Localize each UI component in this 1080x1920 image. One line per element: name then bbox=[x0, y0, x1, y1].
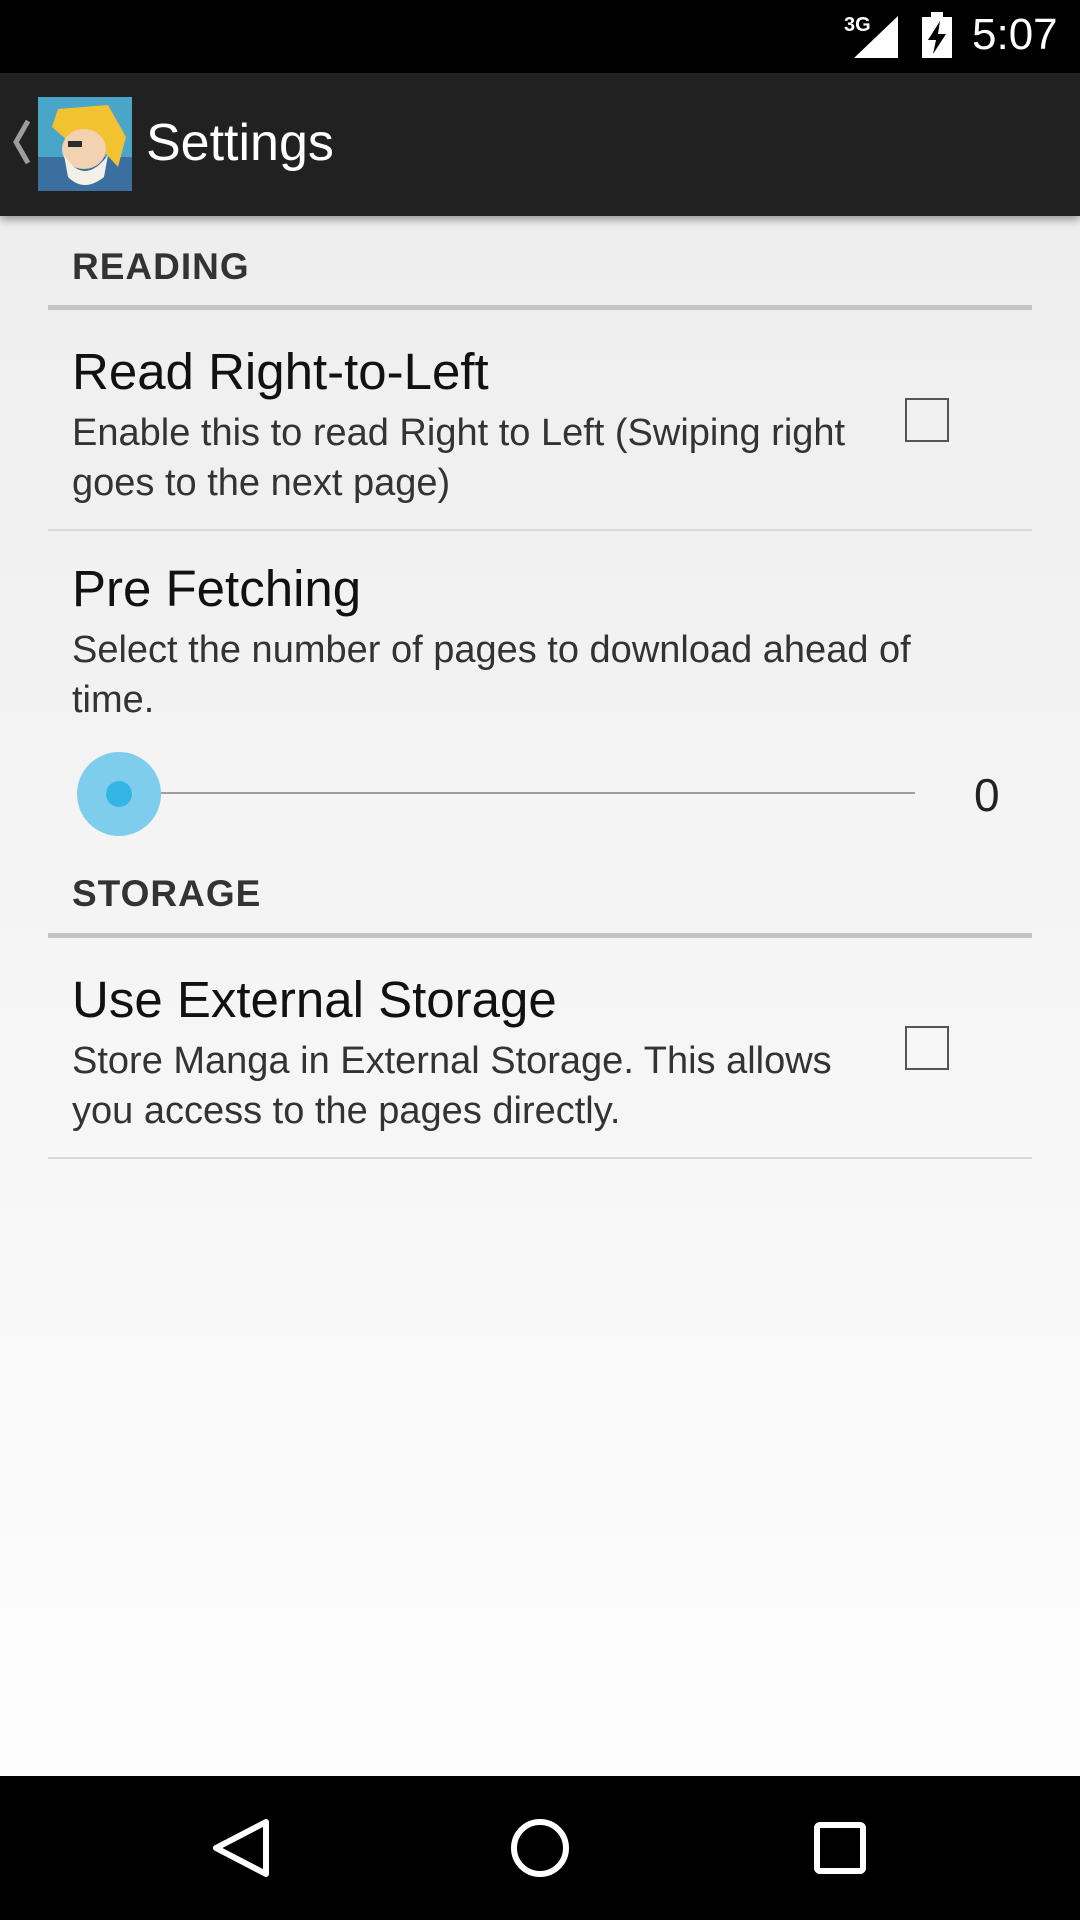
app-icon[interactable] bbox=[38, 97, 132, 191]
section-divider bbox=[48, 933, 1032, 938]
section-divider bbox=[48, 305, 1032, 310]
status-bar: 3G 5:07 bbox=[0, 0, 1080, 73]
divider bbox=[48, 1157, 1032, 1159]
signal-icon bbox=[854, 16, 898, 58]
pref-title: Use External Storage bbox=[72, 971, 557, 1028]
section-header-storage: STORAGE bbox=[72, 873, 262, 914]
pref-summary: Enable this to read Right to Left (Swipi… bbox=[72, 412, 846, 504]
external-storage-checkbox[interactable] bbox=[905, 1026, 949, 1070]
read-rtl-checkbox[interactable] bbox=[905, 398, 949, 442]
settings-list: READING Read Right-to-Left Enable this t… bbox=[0, 216, 1080, 1776]
battery-charging-icon bbox=[922, 12, 952, 58]
back-icon[interactable] bbox=[196, 1806, 286, 1890]
pref-summary: Store Manga in External Storage. This al… bbox=[72, 1040, 832, 1132]
page-title: Settings bbox=[146, 114, 334, 172]
pref-title: Pre Fetching bbox=[72, 560, 362, 617]
status-clock: 5:07 bbox=[972, 10, 1058, 59]
up-chevron-icon[interactable] bbox=[10, 117, 32, 167]
prefetch-slider-thumb[interactable] bbox=[106, 781, 132, 807]
home-icon[interactable] bbox=[495, 1806, 585, 1890]
navigation-bar bbox=[0, 1776, 1080, 1920]
section-header-reading: READING bbox=[72, 246, 250, 287]
divider bbox=[48, 529, 1032, 531]
prefetch-value: 0 bbox=[974, 769, 1000, 821]
pref-summary: Select the number of pages to download a… bbox=[72, 629, 911, 721]
action-bar: Settings bbox=[0, 73, 1080, 216]
pref-title: Read Right-to-Left bbox=[72, 343, 489, 400]
prefetch-slider-track[interactable] bbox=[120, 792, 915, 794]
recents-icon[interactable] bbox=[795, 1806, 885, 1890]
